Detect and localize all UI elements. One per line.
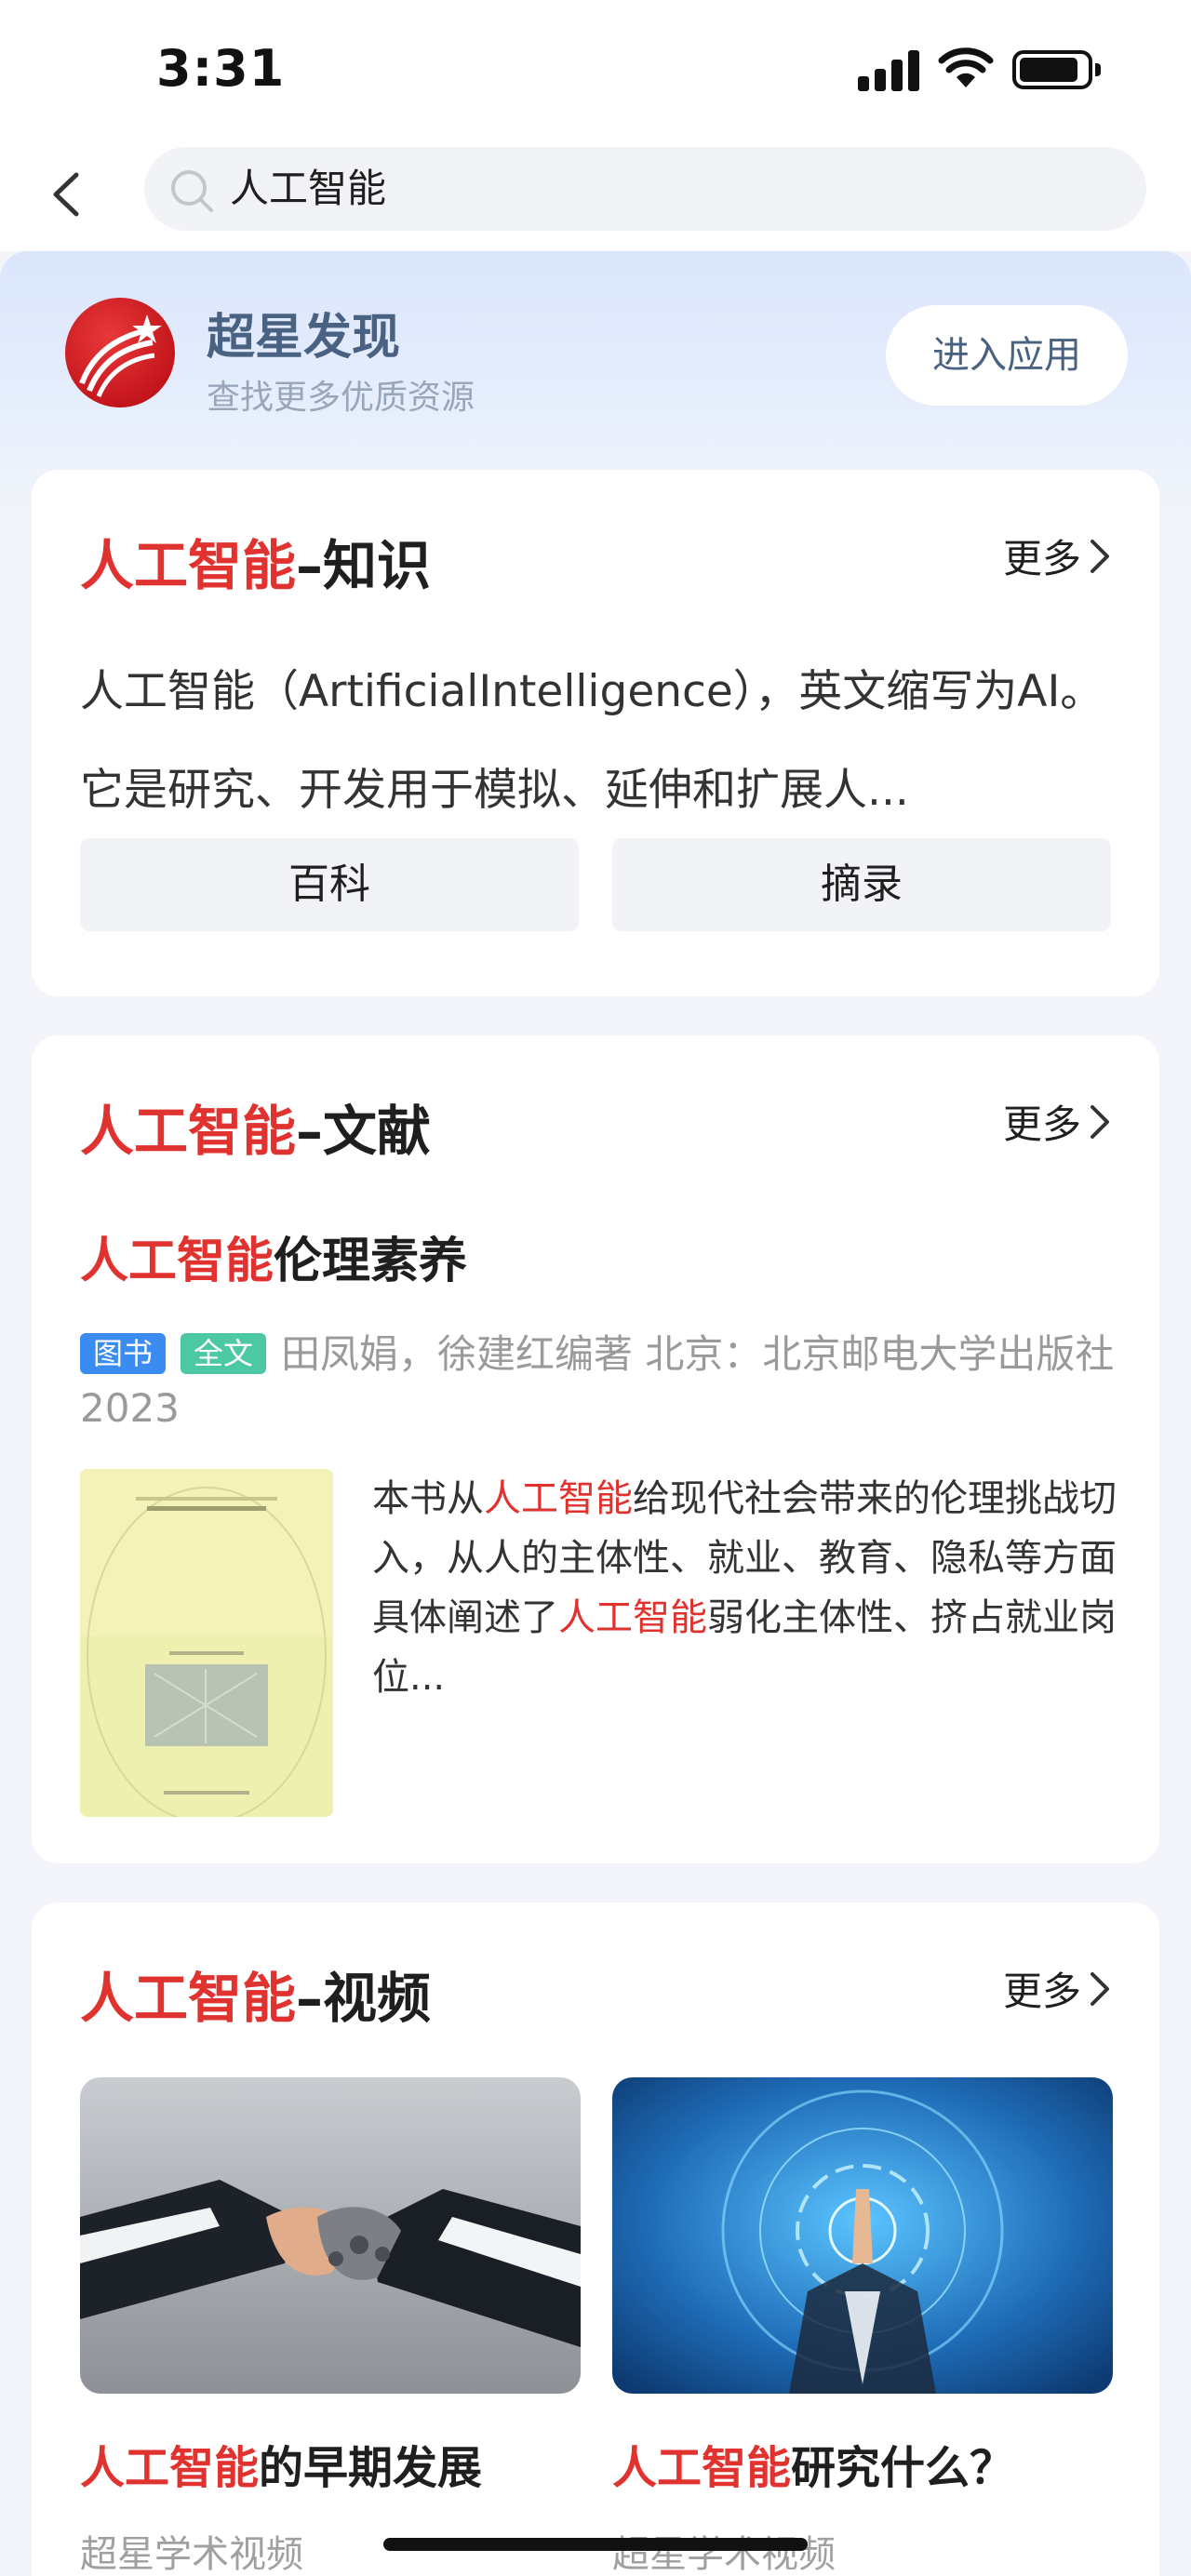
status-time: 3:31	[156, 39, 286, 98]
encyclopedia-button[interactable]: 百科	[80, 838, 579, 931]
enter-app-button[interactable]: 进入应用	[886, 305, 1128, 406]
handshake-thumbnail[interactable]	[80, 2077, 581, 2394]
desc-keyword: 人工智能	[558, 1596, 707, 1639]
knowledge-more-link[interactable]: 更多	[1003, 527, 1113, 584]
video-title[interactable]: 人工智能的早期发展	[80, 2431, 482, 2496]
book-tag: 图书	[80, 1333, 167, 1374]
back-arrow-icon[interactable]	[37, 162, 102, 227]
book-cover[interactable]	[80, 1469, 333, 1817]
more-label: 更多	[1002, 536, 1081, 581]
video-title-rest: 的早期发展	[259, 2442, 483, 2494]
more-label: 更多	[1002, 1969, 1081, 2014]
chevron-right-icon	[1091, 1971, 1109, 2006]
knowledge-summary[interactable]: 人工智能（ArtificialIntelligence），英文缩写为AI。它是研…	[80, 643, 1113, 840]
chaoxing-logo-icon	[65, 298, 175, 407]
video-more-link[interactable]: 更多	[1003, 1960, 1113, 2017]
book-title-keyword: 人工智能	[80, 1234, 274, 1289]
banner-subtitle: 查找更多优质资源	[207, 379, 475, 417]
banner-title: 超星发现	[207, 310, 401, 366]
literature-card: 人工智能–文献 更多 人工智能伦理素养 图书 全文 田凤娟，徐建红编著 北京：北京邮…	[32, 1035, 1159, 1863]
video-source: 超星学术视频	[80, 2533, 303, 2576]
chevron-right-icon	[1091, 1104, 1109, 1139]
literature-card-title: 人工智能–文献	[80, 1088, 431, 1166]
knowledge-card-title: 人工智能–知识	[80, 522, 431, 600]
title-keyword: 人工智能	[80, 1100, 297, 1163]
desc-text: 本书从	[372, 1477, 484, 1520]
nav-bar: 人工智能	[0, 140, 1191, 251]
signal-icon	[858, 48, 923, 91]
title-suffix: –知识	[296, 534, 432, 597]
video-title-rest: 研究什么？	[791, 2442, 1015, 2494]
touch-screen-thumbnail[interactable]	[612, 2077, 1113, 2394]
book-title[interactable]: 人工智能伦理素养	[80, 1221, 467, 1291]
book-description: 本书从人工智能给现代社会带来的伦理挑战切入，从人的主体性、就业、教育、隐私等方面…	[372, 1469, 1135, 1707]
wifi-icon	[938, 47, 994, 87]
book-title-rest: 伦理素养	[274, 1234, 468, 1289]
battery-icon	[1012, 50, 1102, 89]
title-suffix: –视频	[296, 1967, 432, 2030]
search-icon	[171, 170, 213, 212]
desc-keyword: 人工智能	[484, 1477, 633, 1520]
fulltext-tag: 全文	[181, 1333, 267, 1374]
knowledge-card: 人工智能–知识 更多 人工智能（ArtificialIntelligence），…	[32, 470, 1159, 996]
status-bar: 3:31	[0, 0, 1191, 140]
video-title-keyword: 人工智能	[80, 2442, 260, 2494]
video-card-title: 人工智能–视频	[80, 1955, 431, 2033]
video-title-keyword: 人工智能	[612, 2442, 792, 2494]
literature-more-link[interactable]: 更多	[1003, 1093, 1113, 1150]
title-suffix: –文献	[296, 1100, 432, 1163]
more-label: 更多	[1002, 1101, 1081, 1147]
search-query: 人工智能	[230, 166, 387, 211]
book-meta: 图书 全文 田凤娟，徐建红编著 北京：北京邮电大学出版社 2023	[80, 1328, 1131, 1435]
home-indicator	[383, 2538, 808, 2551]
video-title[interactable]: 人工智能研究什么？	[612, 2431, 1014, 2496]
video-card: 人工智能–视频 更多 人工智能的早期发展 超星学术视频 人工智能研究什么？ 超星…	[32, 1902, 1159, 2576]
search-input[interactable]: 人工智能	[144, 147, 1146, 231]
excerpt-button[interactable]: 摘录	[612, 838, 1111, 931]
chevron-right-icon	[1091, 539, 1109, 573]
title-keyword: 人工智能	[80, 1967, 297, 2030]
title-keyword: 人工智能	[80, 534, 297, 597]
